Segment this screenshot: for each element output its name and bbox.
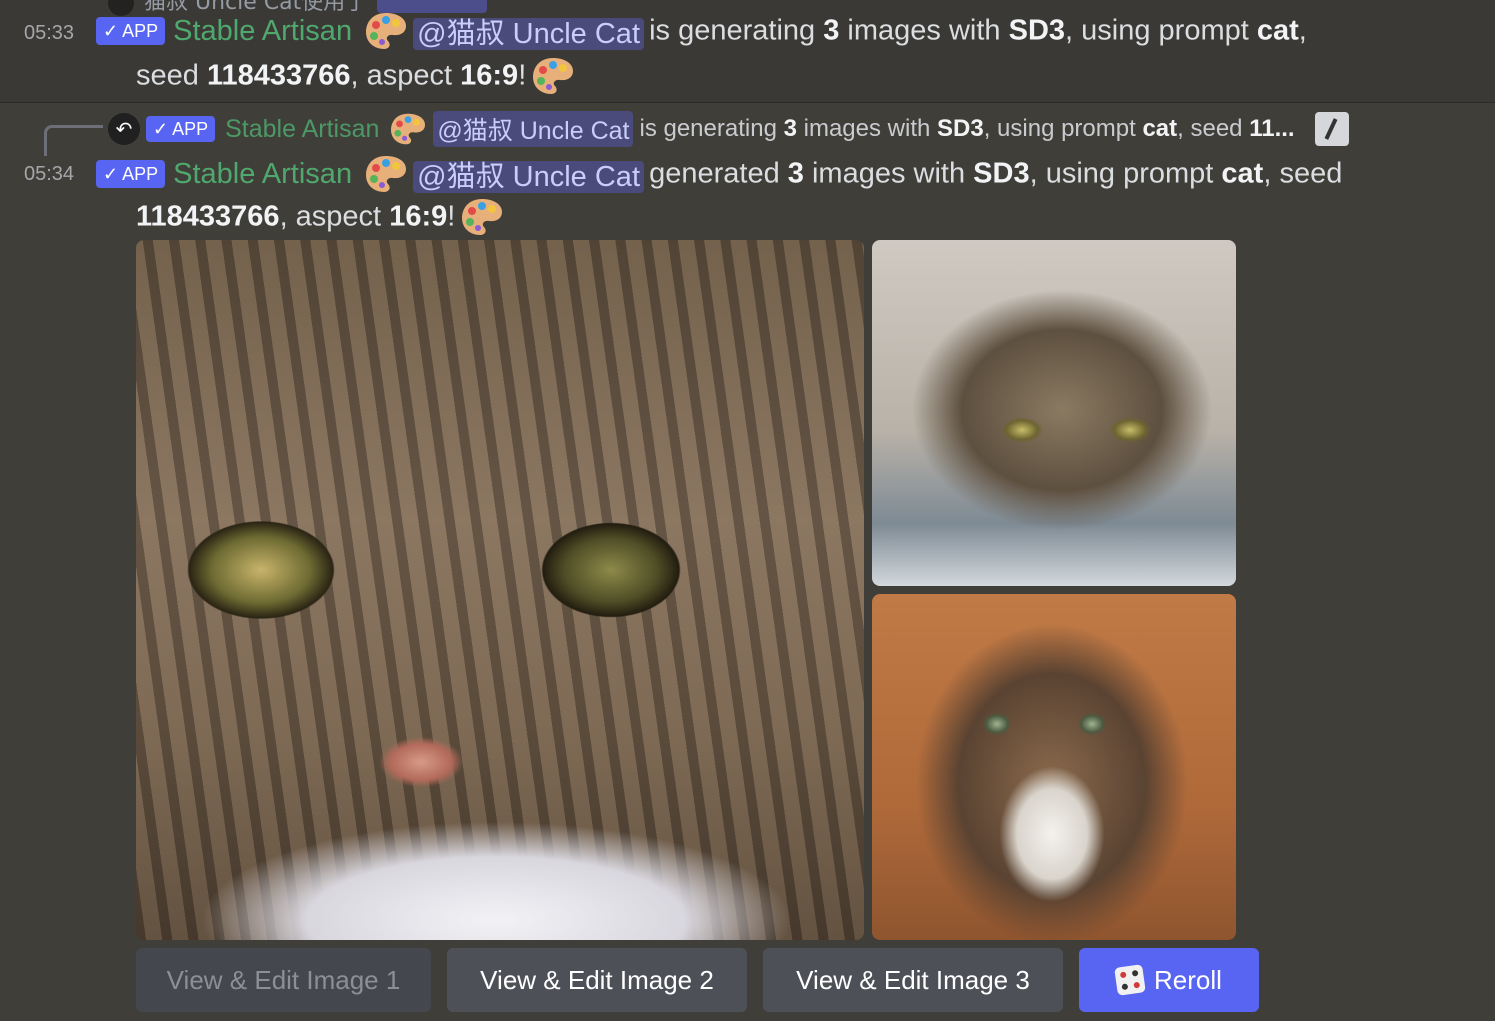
reply-connector: [44, 125, 103, 156]
check-icon: ✓: [103, 21, 119, 41]
message-timestamp: 05:33: [24, 22, 75, 44]
app-badge: ✓ APP: [96, 17, 166, 45]
palette-emoji-icon: [460, 197, 504, 237]
message-generating: 猫叔 Uncle Cat使用了 05:33 ✓ APP Stable Artisan…: [0, 0, 1495, 102]
user-mention[interactable]: @猫叔 Uncle Cat: [413, 18, 644, 50]
generated-image-1[interactable]: [136, 240, 864, 940]
dice-icon: [1114, 964, 1146, 996]
reply-text: is generating 3 images with SD3, using p…: [639, 115, 1295, 142]
author-name[interactable]: Stable Artisan: [173, 158, 352, 190]
reply-arrow-icon: ↶: [108, 113, 140, 145]
message-text: generated 3 images with SD3, using promp…: [649, 157, 1343, 190]
reply-author-name[interactable]: Stable Artisan: [225, 115, 379, 144]
reply-user-mention[interactable]: @猫叔 Uncle Cat: [433, 111, 634, 147]
message-text-cont: seed 118433766, aspect 16:9!: [136, 59, 527, 92]
generated-image-2[interactable]: [872, 240, 1236, 586]
view-edit-image-3-button[interactable]: View & Edit Image 3: [763, 948, 1063, 1012]
palette-emoji-icon: [389, 112, 427, 146]
message-text: is generating 3 images with SD3, using p…: [649, 14, 1307, 47]
action-buttons: View & Edit Image 1 View & Edit Image 2 …: [136, 948, 1259, 1012]
app-badge: ✓ APP: [96, 160, 166, 188]
palette-emoji-icon: [364, 11, 408, 51]
palette-emoji-icon: [531, 56, 575, 96]
view-edit-image-2-button[interactable]: View & Edit Image 2: [447, 948, 747, 1012]
check-icon: ✓: [103, 164, 119, 184]
user-mention[interactable]: @猫叔 Uncle Cat: [413, 161, 644, 193]
reroll-button[interactable]: Reroll: [1079, 948, 1259, 1012]
message-generated: ↶ ✓ APP Stable Artisan @猫叔 Uncle Cat is g…: [0, 103, 1495, 1021]
author-name[interactable]: Stable Artisan: [173, 15, 352, 47]
message-text-cont: 118433766, aspect 16:9!: [136, 200, 456, 233]
generated-image-3[interactable]: [872, 594, 1236, 940]
reply-preview[interactable]: ↶ ✓ APP Stable Artisan @猫叔 Uncle Cat is g…: [108, 111, 1349, 147]
palette-emoji-icon: [364, 154, 408, 194]
view-edit-image-1-button[interactable]: View & Edit Image 1: [136, 948, 431, 1012]
check-icon: ✓: [153, 119, 169, 139]
reroll-label: Reroll: [1154, 964, 1222, 995]
app-badge: ✓ APP: [146, 116, 216, 142]
slash-command-icon: [1314, 112, 1349, 146]
message-timestamp: 05:34: [24, 163, 75, 185]
